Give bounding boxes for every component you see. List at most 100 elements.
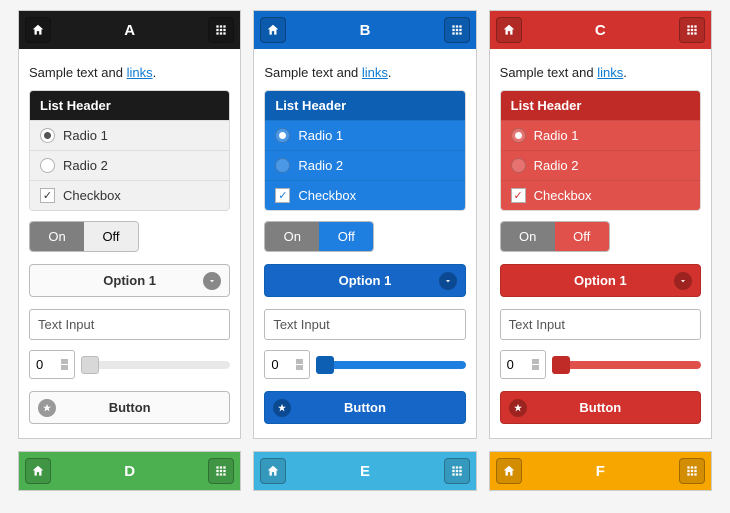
panel-header: D [19, 452, 240, 490]
home-icon[interactable] [25, 458, 51, 484]
toggle-on: On [265, 222, 319, 251]
grid-icon[interactable] [444, 17, 470, 43]
panel-title: F [522, 463, 679, 480]
select-label: Option 1 [339, 273, 392, 288]
radio-icon [40, 158, 55, 173]
list: List HeaderRadio 1Radio 2 ✓ Checkbox [264, 90, 465, 211]
select-label: Option 1 [574, 273, 627, 288]
sample-text: Sample text and links. [29, 65, 230, 80]
select-label: Option 1 [103, 273, 156, 288]
radio-icon [40, 128, 55, 143]
radio-label: Radio 1 [63, 128, 108, 143]
radio-icon [275, 128, 290, 143]
panel-header: F [490, 452, 711, 490]
sample-link[interactable]: links [597, 65, 623, 80]
panel-title: E [286, 463, 443, 480]
button[interactable]: Button [264, 391, 465, 424]
checkbox-icon: ✓ [275, 188, 290, 203]
checkbox-icon: ✓ [511, 188, 526, 203]
toggle[interactable]: OnOff [500, 221, 610, 252]
checkbox-item[interactable]: ✓ Checkbox [265, 180, 464, 210]
checkbox-label: Checkbox [534, 188, 592, 203]
grid-icon[interactable] [444, 458, 470, 484]
panel-header: E [254, 452, 475, 490]
radio-item-2[interactable]: Radio 2 [30, 150, 229, 180]
toggle-on: On [501, 222, 555, 251]
checkbox-icon: ✓ [40, 188, 55, 203]
slider[interactable] [552, 361, 701, 369]
home-icon[interactable] [496, 458, 522, 484]
button-label: Button [579, 400, 621, 415]
text-input[interactable]: Text Input [264, 309, 465, 340]
radio-icon [275, 158, 290, 173]
select[interactable]: Option 1 [264, 264, 465, 297]
checkbox-item[interactable]: ✓Checkbox [30, 180, 229, 210]
toggle[interactable]: OnOff [264, 221, 374, 252]
sample-link[interactable]: links [362, 65, 388, 80]
select[interactable]: Option 1 [500, 264, 701, 297]
number-value: 0 [271, 357, 278, 372]
toggle-on: On [30, 222, 84, 251]
slider-thumb[interactable] [552, 356, 570, 374]
list-header: List Header [501, 91, 700, 120]
star-icon [273, 399, 291, 417]
text-input[interactable]: Text Input [500, 309, 701, 340]
sample-text: Sample text and links. [264, 65, 465, 80]
list-header: List Header [30, 91, 229, 120]
list-header: List Header [265, 91, 464, 120]
radio-label: Radio 1 [534, 128, 579, 143]
stepper-icon [532, 359, 539, 370]
slider[interactable] [316, 361, 465, 369]
grid-icon[interactable] [679, 458, 705, 484]
toggle-off: Off [319, 222, 373, 251]
checkbox-label: Checkbox [298, 188, 356, 203]
radio-item-1[interactable]: Radio 1 [30, 120, 229, 150]
home-icon[interactable] [260, 458, 286, 484]
toggle[interactable]: OnOff [29, 221, 139, 252]
star-icon [509, 399, 527, 417]
number-value: 0 [36, 357, 43, 372]
radio-item-2[interactable]: Radio 2 [501, 150, 700, 180]
button[interactable]: Button [500, 391, 701, 424]
chevron-down-icon [439, 272, 457, 290]
radio-icon [511, 128, 526, 143]
panel-title: A [51, 22, 208, 39]
slider-thumb[interactable] [81, 356, 99, 374]
grid-icon[interactable] [208, 17, 234, 43]
panel-title: C [522, 22, 679, 39]
number-input[interactable]: 0 [264, 350, 310, 379]
slider-thumb[interactable] [316, 356, 334, 374]
home-icon[interactable] [260, 17, 286, 43]
panel-title: D [51, 463, 208, 480]
sample-link[interactable]: links [127, 65, 153, 80]
button-label: Button [109, 400, 151, 415]
radio-item-2[interactable]: Radio 2 [265, 150, 464, 180]
panel-title: B [286, 22, 443, 39]
home-icon[interactable] [25, 17, 51, 43]
stepper-icon [296, 359, 303, 370]
theme-panel-f: F [489, 451, 712, 491]
home-icon[interactable] [496, 17, 522, 43]
number-input[interactable]: 0 [29, 350, 75, 379]
grid-icon[interactable] [208, 458, 234, 484]
chevron-down-icon [203, 272, 221, 290]
number-input[interactable]: 0 [500, 350, 546, 379]
button[interactable]: Button [29, 391, 230, 424]
checkbox-item[interactable]: ✓ Checkbox [501, 180, 700, 210]
radio-item-1[interactable]: Radio 1 [265, 120, 464, 150]
sample-text: Sample text and links. [500, 65, 701, 80]
list: List Header Radio 1 Radio 2 ✓ Checkbox [500, 90, 701, 211]
list: List Header Radio 1 Radio 2 ✓Checkbox [29, 90, 230, 211]
radio-item-1[interactable]: Radio 1 [501, 120, 700, 150]
radio-label: Radio 2 [63, 158, 108, 173]
panel-header: B [254, 11, 475, 49]
radio-label: Radio 2 [534, 158, 579, 173]
text-input[interactable]: Text Input [29, 309, 230, 340]
theme-panel-c: C Sample text and links. List Header Radio … [489, 10, 712, 439]
grid-icon[interactable] [679, 17, 705, 43]
slider[interactable] [81, 361, 230, 369]
chevron-down-icon [674, 272, 692, 290]
radio-icon [511, 158, 526, 173]
theme-panel-a: A Sample text and links. List Header Radio … [18, 10, 241, 439]
select[interactable]: Option 1 [29, 264, 230, 297]
